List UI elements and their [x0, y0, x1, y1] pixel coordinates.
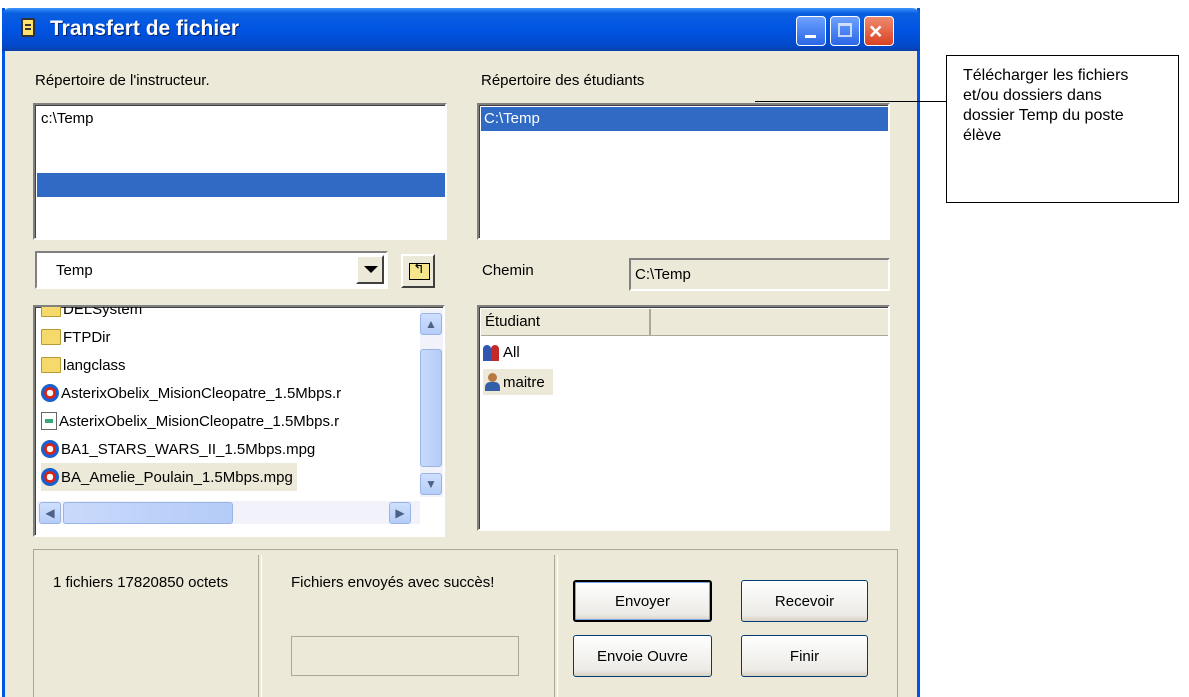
file-row[interactable]: BA1_STARS_WARS_II_1.5Mbps.mpg [41, 435, 315, 463]
divider [554, 555, 558, 697]
divider [258, 555, 262, 697]
instructor-file-list[interactable]: DELSystem FTPDir langclass AsterixObelix… [33, 305, 445, 537]
media-file-icon [41, 384, 59, 402]
receive-button[interactable]: Recevoir [741, 580, 868, 622]
path-label: Chemin [482, 262, 534, 279]
column-header-student[interactable]: Étudiant [481, 309, 651, 335]
combo-value: Temp [56, 262, 93, 279]
progress-bar [291, 636, 519, 676]
media-file-icon [41, 440, 59, 458]
instructor-directory-list[interactable]: c:\Temp [33, 103, 447, 240]
vertical-scrollbar[interactable]: ▲ ▼ [420, 309, 443, 497]
media-file-icon [41, 468, 59, 486]
send-button[interactable]: Envoyer [573, 580, 712, 622]
file-row-selected[interactable]: BA_Amelie_Poulain_1.5Mbps.mpg [41, 463, 297, 491]
annotation-callout: Télécharger les fichiers et/ou dossiers … [946, 55, 1179, 203]
file-row[interactable]: AsterixObelix_MisionCleopatre_1.5Mbps.r [41, 407, 339, 435]
file-row[interactable]: langclass [41, 351, 126, 379]
close-button[interactable]: × [864, 16, 894, 46]
callout-line [755, 101, 947, 102]
close-icon: × [869, 18, 883, 44]
instructor-directory-item[interactable]: c:\Temp [41, 110, 94, 127]
student-row-all[interactable]: All [483, 339, 520, 365]
window-title: Transfert de fichier [50, 17, 240, 40]
horizontal-scrollbar[interactable]: ◀ ▶ [37, 501, 420, 524]
parent-folder-button[interactable] [401, 254, 435, 288]
file-count-text: 1 fichiers 17820850 octets [53, 574, 229, 591]
student-list[interactable]: Étudiant All maitre [477, 305, 890, 531]
group-icon [483, 343, 501, 361]
folder-up-icon [409, 260, 430, 280]
scroll-left-button[interactable]: ◀ [39, 502, 61, 524]
scroll-up-button[interactable]: ▲ [420, 313, 442, 335]
student-directory-label: Répertoire des étudiants [481, 72, 645, 89]
minimize-button[interactable] [796, 16, 826, 46]
student-directory-item[interactable]: C:\Temp [481, 107, 888, 131]
vertical-scroll-thumb[interactable] [420, 349, 442, 467]
app-icon [21, 18, 35, 37]
combo-dropdown-arrow[interactable] [356, 255, 384, 284]
folder-icon [41, 357, 61, 373]
file-row[interactable]: DELSystem [41, 307, 142, 323]
path-field: C:\Temp [629, 258, 890, 291]
user-icon [483, 373, 501, 391]
maximize-button[interactable] [830, 16, 860, 46]
file-row[interactable]: AsterixObelix_MisionCleopatre_1.5Mbps.r [41, 379, 341, 407]
student-directory-list[interactable]: C:\Temp [477, 103, 890, 240]
send-open-button[interactable]: Envoie Ouvre [573, 635, 712, 677]
title-bar[interactable]: Transfert de fichier × [2, 8, 920, 51]
student-list-header: Étudiant [481, 309, 888, 336]
annotation-text: Télécharger les fichiers et/ou dossiers … [963, 67, 1129, 144]
selected-row-highlight [37, 173, 445, 197]
document-file-icon [41, 412, 57, 430]
folder-icon [41, 329, 61, 345]
finish-button[interactable]: Finir [741, 635, 868, 677]
file-row[interactable]: FTPDir [41, 323, 111, 351]
folder-combo[interactable]: Temp [35, 251, 388, 289]
student-row-maitre[interactable]: maitre [483, 369, 553, 395]
horizontal-scroll-thumb[interactable] [63, 502, 233, 524]
minimize-icon [805, 35, 816, 38]
scroll-right-button[interactable]: ▶ [389, 502, 411, 524]
scroll-down-button[interactable]: ▼ [420, 473, 442, 495]
folder-icon [41, 307, 61, 317]
maximize-icon [838, 23, 852, 37]
status-message: Fichiers envoyés avec succès! [291, 574, 495, 591]
instructor-directory-label: Répertoire de l'instructeur. [35, 72, 210, 89]
